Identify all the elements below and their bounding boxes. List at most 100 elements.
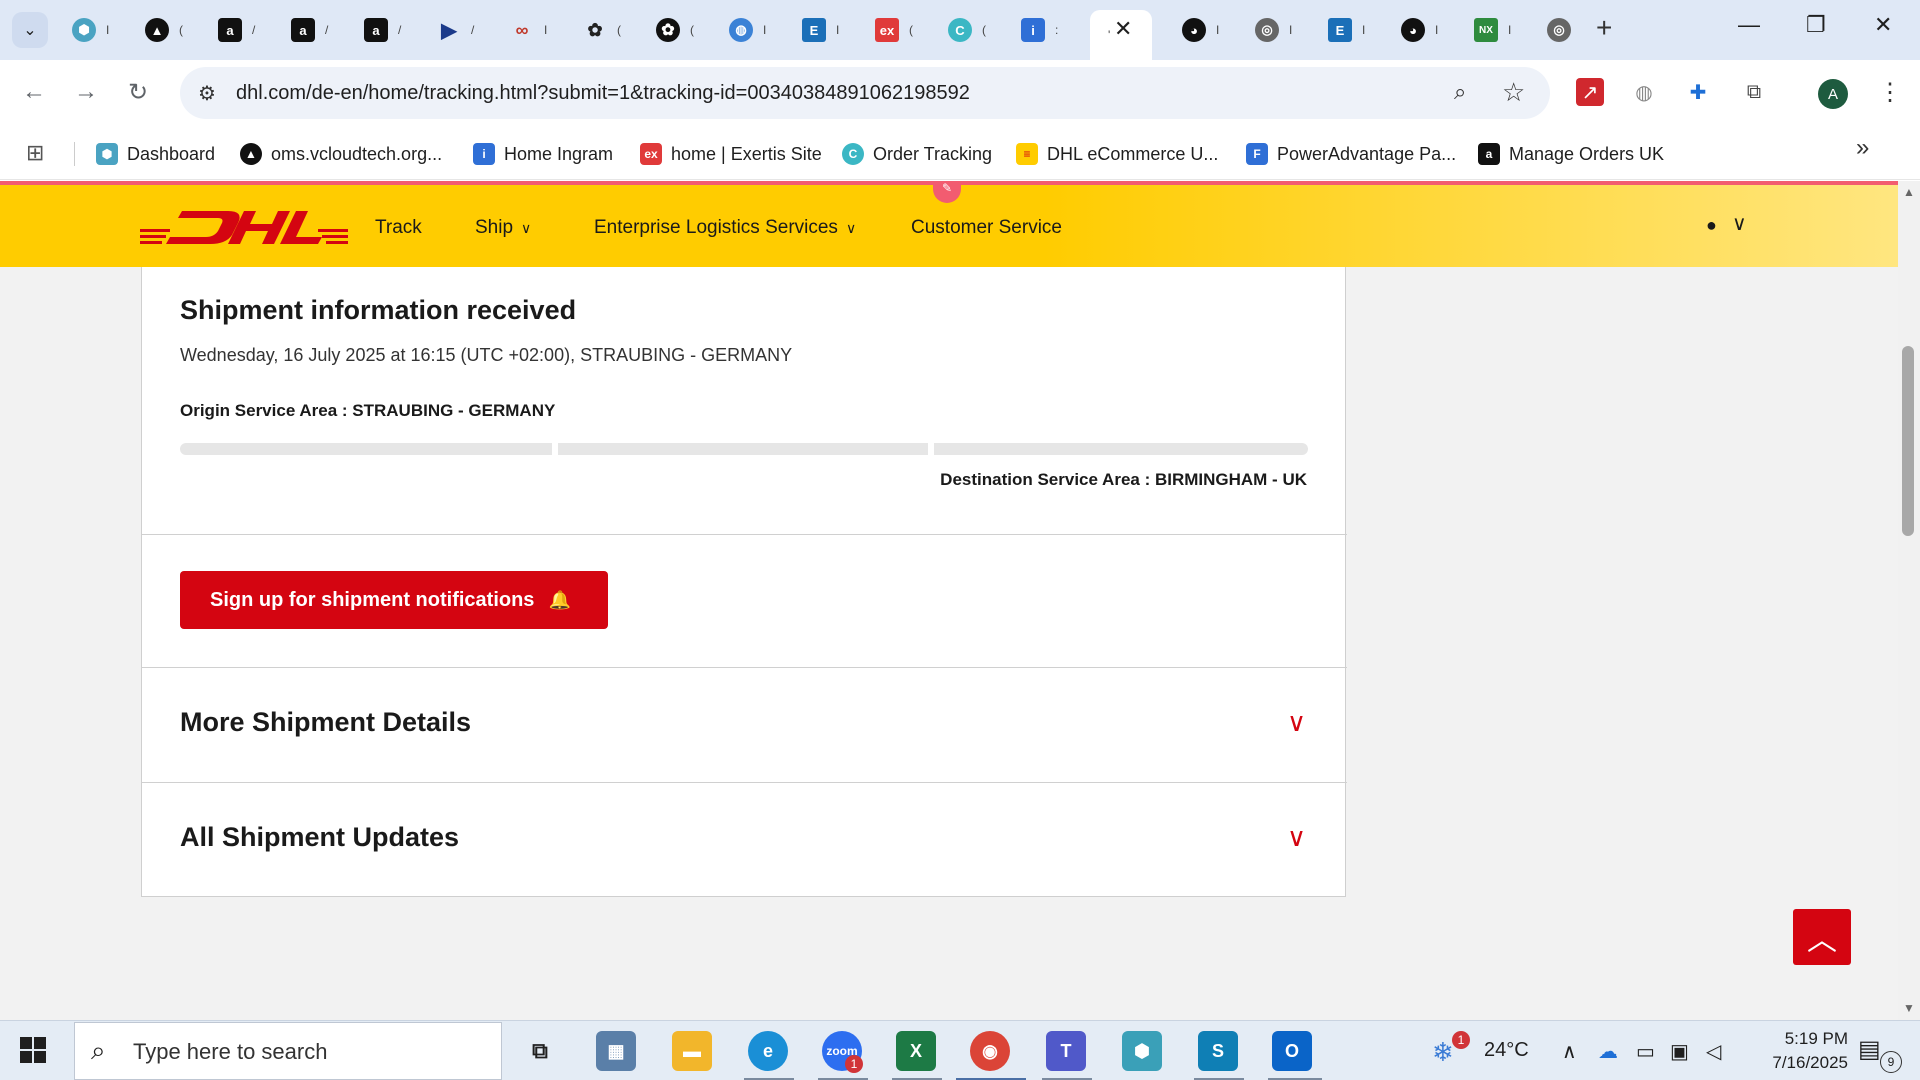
scroll-up-icon[interactable]: ▲	[1903, 185, 1915, 199]
tab[interactable]: ◎ I	[1241, 10, 1314, 50]
bookmark-dashboard[interactable]: ⬢ Dashboard	[96, 140, 215, 168]
dhl-logo[interactable]	[140, 209, 348, 245]
profile-avatar[interactable]: A	[1818, 79, 1848, 109]
more-bookmarks-icon[interactable]: »	[1856, 134, 1869, 162]
clock-time[interactable]: 5:19 PM	[1752, 1029, 1848, 1049]
pdf-extension-icon[interactable]: ↗	[1576, 78, 1604, 106]
tab[interactable]: a /	[277, 10, 350, 50]
pin-icon[interactable]: ✎	[933, 181, 961, 203]
bookmark-poweradvantage[interactable]: F PowerAdvantage Pa...	[1246, 140, 1456, 168]
exertis-icon: ex	[875, 18, 899, 42]
more-shipment-details-header[interactable]: More Shipment Details	[180, 707, 471, 738]
shipment-card: Shipment information received Wednesday,…	[141, 267, 1347, 897]
site-info-icon[interactable]: ⚙	[198, 81, 216, 106]
new-tab-icon[interactable]: +	[1596, 12, 1612, 44]
chrome-taskbar-icon[interactable]: ◉	[970, 1031, 1010, 1071]
weather-temperature[interactable]: 24°C	[1484, 1039, 1529, 1062]
tab[interactable]: ⬢ I	[58, 10, 131, 50]
zoom-icon[interactable]: ⌕	[1454, 79, 1466, 105]
tab[interactable]: ∞ I	[496, 10, 569, 50]
calculator-icon[interactable]: ▦	[596, 1031, 636, 1071]
progress-segment	[558, 443, 928, 455]
bookmark-order-tracking[interactable]: C Order Tracking	[842, 140, 992, 168]
forward-icon[interactable]: →	[74, 78, 98, 106]
tab[interactable]: a /	[350, 10, 423, 50]
tab[interactable]: i:	[1007, 10, 1080, 50]
bookmark-dhl-ecommerce[interactable]: ≡ DHL eCommerce U...	[1016, 140, 1218, 168]
bookmark-star-icon[interactable]: ☆	[1502, 77, 1525, 108]
tab[interactable]: ex (	[861, 10, 934, 50]
bookmark-oms[interactable]: ▲ oms.vcloudtech.org...	[240, 140, 442, 168]
hexagon-app-icon[interactable]: ⬢	[1122, 1031, 1162, 1071]
apps-grid-icon[interactable]: ⊞	[26, 140, 44, 166]
edge-icon[interactable]: e	[748, 1031, 788, 1071]
back-icon[interactable]: ←	[22, 78, 46, 106]
chevron-down-icon: ∨	[845, 220, 857, 236]
tab[interactable]: ◕ I	[1387, 10, 1460, 50]
all-shipment-updates-header[interactable]: All Shipment Updates	[180, 822, 459, 853]
tab[interactable]: ▲(	[131, 10, 204, 50]
progress-segment	[934, 443, 1308, 455]
back-to-top-button[interactable]: ︿	[1793, 909, 1851, 965]
reload-icon[interactable]: ↻	[128, 78, 148, 107]
tab[interactable]: ✿(	[569, 10, 642, 50]
tab[interactable]: ✿(	[642, 10, 715, 50]
nav-customer-service[interactable]: Customer Service	[911, 217, 1062, 239]
tab[interactable]: ▶ /	[423, 10, 496, 50]
teams-icon[interactable]: T	[1046, 1031, 1086, 1071]
bookmark-label: Dashboard	[127, 143, 216, 164]
menu-icon[interactable]: ⋮	[1878, 78, 1902, 107]
bookmark-home-ingram[interactable]: i Home Ingram	[473, 140, 613, 168]
outlook-icon[interactable]: O	[1272, 1031, 1312, 1071]
restore-icon[interactable]: ❐	[1806, 12, 1826, 38]
onedrive-icon[interactable]: ☁	[1598, 1039, 1618, 1064]
s-app-icon[interactable]: S	[1198, 1031, 1238, 1071]
tab-title: /	[471, 23, 475, 37]
tab[interactable]: a /	[204, 10, 277, 50]
bookmark-manage-orders[interactable]: a Manage Orders UK	[1478, 140, 1664, 168]
scrollbar-thumb[interactable]	[1902, 346, 1914, 536]
scroll-down-icon[interactable]: ▼	[1903, 1001, 1915, 1015]
tab[interactable]: EI	[788, 10, 861, 50]
chevron-down-icon[interactable]: ∨	[1732, 211, 1747, 236]
excel-icon[interactable]: X	[896, 1031, 936, 1071]
tab[interactable]: NX I	[1460, 10, 1533, 50]
taskbar-search[interactable]: ⌕ Type here to search	[74, 1022, 502, 1080]
chevron-down-icon[interactable]: ∨	[1287, 707, 1306, 738]
close-tab-icon[interactable]: ✕	[1114, 16, 1132, 42]
tab[interactable]: ◕ I	[1168, 10, 1241, 50]
network-icon[interactable]: ▣	[1670, 1039, 1689, 1064]
nav-enterprise-logistics[interactable]: Enterprise Logistics Services ∨	[594, 217, 856, 239]
file-explorer-icon[interactable]: ▬	[672, 1031, 712, 1071]
chevron-down-icon[interactable]: ∨	[1287, 822, 1306, 853]
battery-icon[interactable]: ▭	[1636, 1039, 1655, 1064]
windows-start-icon[interactable]	[20, 1037, 48, 1065]
close-window-icon[interactable]: ✕	[1874, 12, 1892, 38]
chevron-up-icon[interactable]: ∧	[1562, 1039, 1577, 1064]
clock-date[interactable]: 7/16/2025	[1742, 1053, 1848, 1073]
globe-extension-icon[interactable]: ◍	[1630, 78, 1658, 106]
nav-ship[interactable]: Ship ∨	[475, 217, 531, 239]
notification-center-icon[interactable]: ▤	[1858, 1035, 1881, 1064]
tab[interactable]: EI	[1314, 10, 1387, 50]
tab[interactable]: C(	[934, 10, 1007, 50]
url-text[interactable]: dhl.com/de-en/home/tracking.html?submit=…	[236, 82, 970, 105]
destination-service-area: Destination Service Area : BIRMINGHAM - …	[940, 470, 1307, 489]
notifications-signup-button[interactable]: Sign up for shipment notifications 🔔	[180, 571, 608, 629]
progress-segment	[180, 443, 552, 455]
scrollbar[interactable]: ▲ ▼	[1898, 181, 1920, 1020]
address-bar[interactable]: ⚙ dhl.com/de-en/home/tracking.html?submi…	[180, 67, 1550, 119]
task-view-icon[interactable]: ⧉	[520, 1031, 560, 1071]
nav-enterprise-label: Enterprise Logistics Services	[594, 217, 838, 238]
nav-track[interactable]: Track	[375, 217, 422, 239]
shield-extension-icon[interactable]: ✚	[1684, 78, 1712, 106]
tab-search-button[interactable]: ⌄	[12, 12, 48, 48]
minimize-icon[interactable]: —	[1738, 12, 1760, 38]
volume-icon[interactable]: ◁	[1706, 1039, 1721, 1064]
tab[interactable]: ◍ I	[715, 10, 788, 50]
user-icon[interactable]: ●	[1706, 215, 1717, 236]
tracking-icon: C	[948, 18, 972, 42]
extensions-icon[interactable]: ⧉	[1740, 78, 1768, 106]
bookmark-exertis[interactable]: ex home | Exertis Site	[640, 140, 822, 168]
weather-icon[interactable]: ❄	[1432, 1037, 1454, 1068]
